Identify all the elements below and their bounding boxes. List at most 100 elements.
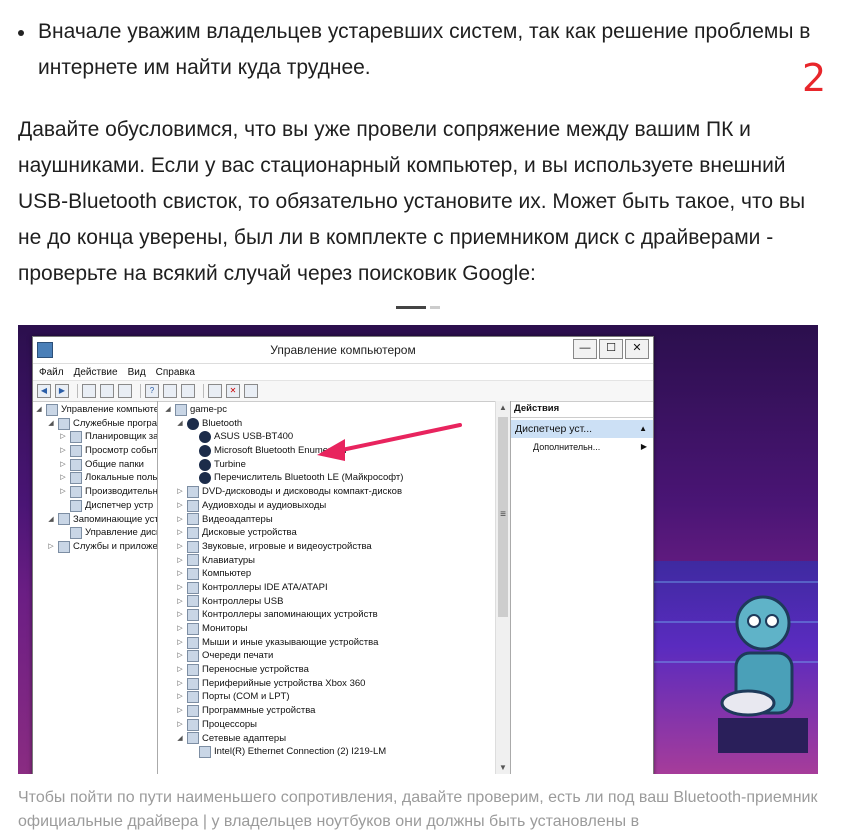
expand-toggle-icon[interactable]: ▷ bbox=[59, 471, 67, 485]
tree-item-label: Производительн bbox=[85, 486, 158, 498]
expand-toggle-icon[interactable]: ▷ bbox=[176, 636, 184, 650]
uninstall-icon[interactable]: ✕ bbox=[226, 384, 240, 398]
device-tree-item[interactable]: ▷ Контроллеры запоминающих устройств bbox=[158, 608, 510, 622]
expand-toggle-icon[interactable]: ◢ bbox=[47, 417, 55, 431]
device-tree-item[interactable]: ▷ Аудиовходы и аудиовыходы bbox=[158, 499, 510, 513]
device-icon bbox=[70, 444, 82, 457]
back-icon[interactable]: ◀ bbox=[37, 384, 51, 398]
view-icon[interactable] bbox=[163, 384, 177, 398]
expand-toggle-icon[interactable]: ◢ bbox=[47, 513, 55, 527]
tree-item-label: Аудиовходы и аудиовыходы bbox=[202, 499, 327, 511]
expand-toggle-icon[interactable]: ▷ bbox=[59, 430, 67, 444]
expand-toggle-icon[interactable]: ▷ bbox=[176, 649, 184, 663]
menu-help[interactable]: Справка bbox=[156, 367, 195, 378]
console-tree-item[interactable]: ▷ Планировщик зад bbox=[33, 430, 157, 444]
bluetooth-icon bbox=[187, 417, 199, 430]
minimize-button[interactable]: — bbox=[573, 339, 597, 359]
close-button[interactable]: ✕ bbox=[625, 339, 649, 359]
device-tree-item[interactable]: ▷ Контроллеры USB bbox=[158, 595, 510, 609]
device-tree-item[interactable]: ▷ Видеоадаптеры bbox=[158, 513, 510, 527]
device-tree-item[interactable]: ▷ Переносные устройства bbox=[158, 663, 510, 677]
maximize-button[interactable]: ☐ bbox=[599, 339, 623, 359]
device-tree-item[interactable]: ▷ DVD-дисководы и дисководы компакт-диско… bbox=[158, 485, 510, 499]
device-tree-item[interactable]: ▷ Мониторы bbox=[158, 622, 510, 636]
device-tree-item[interactable]: ▷ Очереди печати bbox=[158, 649, 510, 663]
show-tree-icon[interactable] bbox=[100, 384, 114, 398]
scroll-down-icon[interactable]: ▼ bbox=[496, 761, 510, 774]
device-icon bbox=[187, 540, 199, 553]
expand-toggle-icon[interactable]: ▷ bbox=[176, 540, 184, 554]
expand-toggle-icon[interactable]: ▷ bbox=[47, 540, 55, 554]
device-tree-item[interactable]: ▷ Порты (COM и LPT) bbox=[158, 690, 510, 704]
device-tree-item[interactable]: ▷ Клавиатуры bbox=[158, 554, 510, 568]
device-tree-item[interactable]: ▷ Периферийные устройства Xbox 360 bbox=[158, 677, 510, 691]
device-tree-item[interactable]: ▷ Программные устройства bbox=[158, 704, 510, 718]
device-tree-item[interactable]: ▷ Мыши и иные указывающие устройства bbox=[158, 636, 510, 650]
expand-toggle-icon[interactable]: ◢ bbox=[176, 417, 184, 431]
device-tree-item[interactable]: ▷ Процессоры bbox=[158, 718, 510, 732]
console-tree-item[interactable]: ◢ Управление компьютер bbox=[33, 403, 157, 417]
console-tree-item[interactable]: ▷ Общие папки bbox=[33, 458, 157, 472]
scan-hardware-icon[interactable] bbox=[208, 384, 222, 398]
expand-toggle-icon[interactable]: ▷ bbox=[176, 608, 184, 622]
properties-icon[interactable] bbox=[118, 384, 132, 398]
expand-toggle-icon[interactable]: ▷ bbox=[176, 485, 184, 499]
device-tree-item[interactable]: Intel(R) Ethernet Connection (2) I219-LM bbox=[158, 745, 510, 759]
collapse-icon[interactable]: ▲ bbox=[639, 420, 647, 438]
expand-toggle-icon[interactable]: ▷ bbox=[59, 458, 67, 472]
vertical-scrollbar[interactable]: ▲ ≡ ▼ bbox=[495, 401, 510, 774]
console-tree-item[interactable]: ◢ Запоминающие устр bbox=[33, 513, 157, 527]
toolbar: ◀ ▶ ? ✕ bbox=[33, 381, 653, 402]
expand-toggle-icon[interactable]: ▷ bbox=[176, 554, 184, 568]
console-tree-item[interactable]: Диспетчер устр bbox=[33, 499, 157, 513]
expand-toggle-icon[interactable]: ◢ bbox=[164, 403, 172, 417]
tree-item-label: Локальные польз bbox=[85, 472, 158, 484]
device-tree-item[interactable]: ▷ Компьютер bbox=[158, 567, 510, 581]
device-tree-item[interactable]: ▷ Контроллеры IDE ATA/ATAPI bbox=[158, 581, 510, 595]
device-tree-item[interactable]: ▷ Звуковые, игровые и видеоустройства bbox=[158, 540, 510, 554]
action-more[interactable]: Дополнительн... ▶ bbox=[511, 438, 653, 456]
expand-toggle-icon[interactable]: ◢ bbox=[176, 732, 184, 746]
expand-toggle-icon[interactable]: ▷ bbox=[59, 485, 67, 499]
expand-toggle-icon[interactable]: ▷ bbox=[176, 718, 184, 732]
expand-toggle-icon[interactable]: ▷ bbox=[176, 526, 184, 540]
menu-view[interactable]: Вид bbox=[128, 367, 146, 378]
tree-item-label: Bluetooth bbox=[202, 417, 243, 429]
expand-toggle-icon[interactable]: ▷ bbox=[176, 513, 184, 527]
expand-toggle-icon[interactable]: ▷ bbox=[176, 499, 184, 513]
expand-toggle-icon[interactable]: ▷ bbox=[176, 663, 184, 677]
console-tree-item[interactable]: ▷ Службы и приложен bbox=[33, 540, 157, 554]
expand-toggle-icon[interactable]: ▷ bbox=[176, 595, 184, 609]
monitor-icon[interactable] bbox=[181, 384, 195, 398]
expand-toggle-icon[interactable]: ◢ bbox=[35, 403, 43, 417]
tree-item-label: Служебные програм bbox=[73, 417, 158, 429]
expand-toggle-icon[interactable]: ▷ bbox=[176, 704, 184, 718]
expand-toggle-icon[interactable]: ▷ bbox=[176, 581, 184, 595]
device-tree-item[interactable]: ◢ Сетевые адаптеры bbox=[158, 732, 510, 746]
menu-file[interactable]: Файл bbox=[39, 367, 64, 378]
expand-toggle-icon[interactable]: ▷ bbox=[176, 567, 184, 581]
update-driver-icon[interactable] bbox=[244, 384, 258, 398]
console-tree-item[interactable]: ◢ Служебные програм bbox=[33, 417, 157, 431]
device-tree-item[interactable]: ▷ Дисковые устройства bbox=[158, 526, 510, 540]
expand-toggle-icon[interactable]: ▷ bbox=[59, 444, 67, 458]
scroll-up-icon[interactable]: ▲ bbox=[496, 401, 510, 415]
menu-action[interactable]: Действие bbox=[74, 367, 118, 378]
console-tree-item[interactable]: Управление диска bbox=[33, 526, 157, 540]
console-tree-item[interactable]: ▷ Производительн bbox=[33, 485, 157, 499]
device-tree-item[interactable]: ◢ game-pc bbox=[158, 403, 510, 417]
device-icon bbox=[187, 485, 199, 498]
expand-toggle-icon[interactable]: ▷ bbox=[176, 622, 184, 636]
console-tree-item[interactable]: ▷ Просмотр событи bbox=[33, 444, 157, 458]
folder-up-icon[interactable] bbox=[82, 384, 96, 398]
expand-toggle-icon[interactable]: ▷ bbox=[176, 677, 184, 691]
actions-pane: Действия Диспетчер уст... ▲ Дополнительн… bbox=[511, 401, 653, 774]
help-icon[interactable]: ? bbox=[145, 384, 159, 398]
device-tree-item[interactable]: Перечислитель Bluetooth LE (Майкрософт) bbox=[158, 471, 510, 485]
expand-toggle-icon[interactable]: ▷ bbox=[176, 690, 184, 704]
window-titlebar[interactable]: Управление компьютером — ☐ ✕ bbox=[33, 337, 653, 364]
forward-icon[interactable]: ▶ bbox=[55, 384, 69, 398]
action-device-manager[interactable]: Диспетчер уст... ▲ bbox=[511, 420, 653, 438]
device-icon bbox=[175, 403, 187, 416]
console-tree-item[interactable]: ▷ Локальные польз bbox=[33, 471, 157, 485]
